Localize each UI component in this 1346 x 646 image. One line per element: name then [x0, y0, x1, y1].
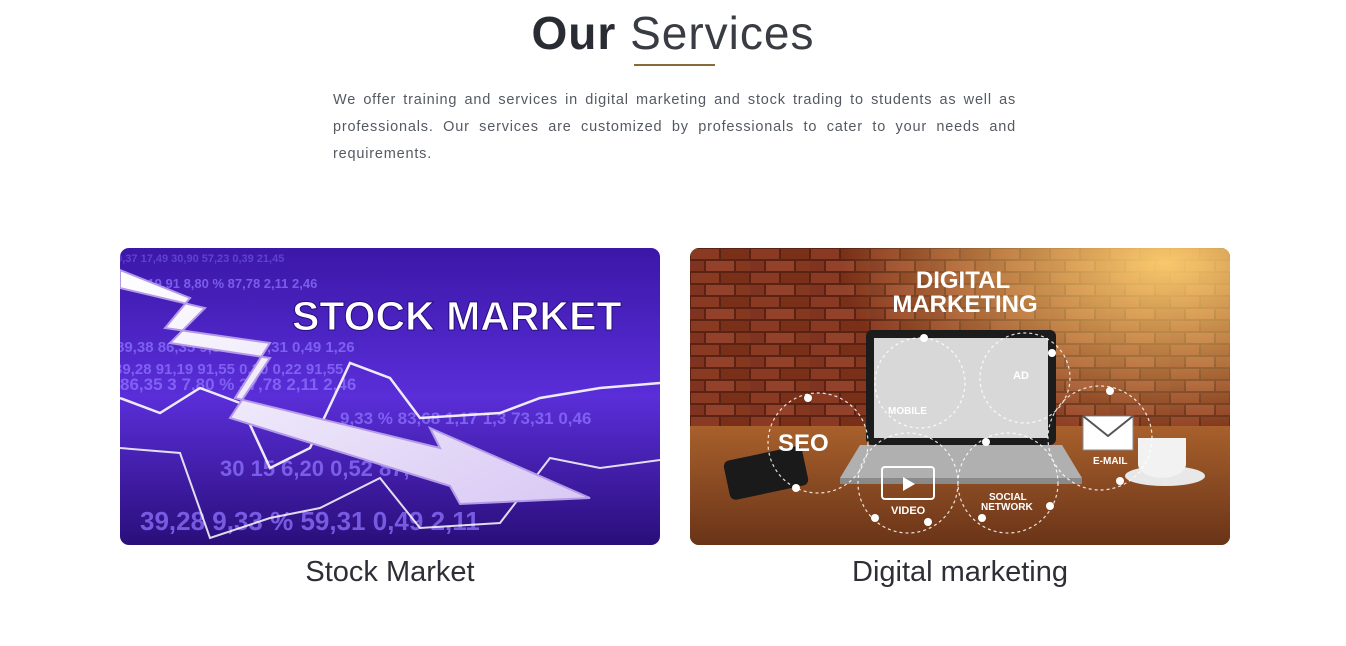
stock-market-label[interactable]: Stock Market	[120, 556, 660, 589]
ad-tag: AD	[1013, 370, 1029, 382]
ticker-row: 86,35 3 7,80 % 37,78 2,11 2,46	[120, 375, 356, 394]
ticker-row: 9,33 % 83,68 1,17 1,3 73,31 0,46	[340, 409, 591, 428]
digital-marketing-label[interactable]: Digital marketing	[690, 556, 1230, 589]
title-light-word: Services	[630, 7, 815, 59]
digital-marketing-image[interactable]: DIGITAL MARKETING SEO MOBILE AD E-MAIL V…	[690, 248, 1230, 545]
video-tag: VIDEO	[891, 505, 926, 517]
digital-image-title-line2: MARKETING	[892, 291, 1037, 318]
service-card-stock-market[interactable]: 20,37 17,49 30,90 57,23 0,39 21,45 12,11…	[120, 248, 660, 588]
email-tag: E-MAIL	[1093, 456, 1127, 467]
stock-market-image[interactable]: 20,37 17,49 30,90 57,23 0,39 21,45 12,11…	[120, 248, 660, 545]
stock-market-image-title: STOCK MARKET	[292, 293, 622, 339]
ticker-row: 20,37 17,49 30,90 57,23 0,39 21,45	[120, 253, 284, 265]
social-tag-line2: NETWORK	[981, 502, 1033, 513]
service-card-digital-marketing[interactable]: DIGITAL MARKETING SEO MOBILE AD E-MAIL V…	[690, 248, 1230, 588]
seo-tag: SEO	[778, 430, 829, 457]
digital-image-title-line1: DIGITAL	[916, 267, 1010, 294]
title-bold-word: Our	[531, 7, 617, 59]
mobile-tag: MOBILE	[888, 406, 927, 417]
services-title: Our Services	[0, 6, 1346, 60]
services-intro: We offer training and services in digita…	[333, 92, 1016, 162]
title-underline	[634, 64, 715, 66]
